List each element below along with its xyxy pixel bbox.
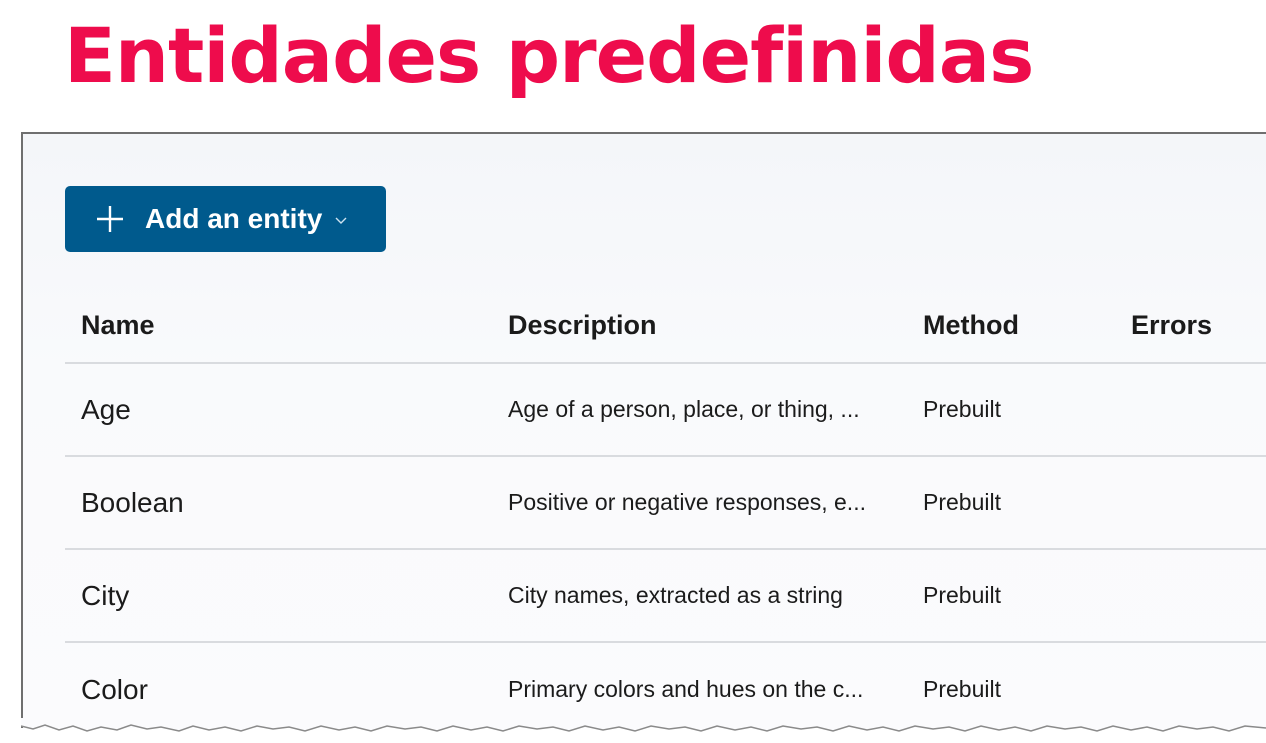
table-header-row: Name Description Method Errors	[65, 292, 1266, 364]
entity-name[interactable]: Age	[81, 364, 481, 455]
entity-method: Prebuilt	[923, 489, 1001, 515]
add-entity-button[interactable]: Add an entity	[65, 186, 386, 252]
entity-description: Age of a person, place, or thing, ...	[508, 396, 860, 422]
entities-panel: Add an entity Name Description Method Er…	[21, 132, 1266, 728]
add-entity-label: Add an entity	[145, 203, 323, 234]
column-header-description[interactable]: Description	[508, 292, 908, 362]
column-header-errors[interactable]: Errors	[1131, 292, 1266, 362]
entity-method: Prebuilt	[923, 582, 1001, 608]
entity-errors	[1131, 364, 1266, 455]
column-header-method[interactable]: Method	[923, 292, 1113, 362]
entity-errors	[1131, 457, 1266, 548]
table-row[interactable]: City City names, extracted as a string P…	[65, 550, 1266, 643]
table-row[interactable]: Age Age of a person, place, or thing, ..…	[65, 364, 1266, 457]
entity-description: City names, extracted as a string	[508, 582, 843, 608]
plus-icon	[97, 206, 123, 232]
entity-errors	[1131, 643, 1266, 728]
table-row[interactable]: Color Primary colors and hues on the c..…	[65, 643, 1266, 728]
table-row[interactable]: Boolean Positive or negative responses, …	[65, 457, 1266, 550]
entity-errors	[1131, 550, 1266, 641]
entity-name[interactable]: Color	[81, 643, 481, 728]
torn-edge-decoration	[21, 718, 1266, 732]
entity-description: Positive or negative responses, e...	[508, 489, 866, 515]
entity-name[interactable]: Boolean	[81, 457, 481, 548]
slide-title: Entidades predefinidas	[64, 11, 1034, 100]
entity-method: Prebuilt	[923, 396, 1001, 422]
entity-method: Prebuilt	[923, 676, 1001, 702]
entities-table: Name Description Method Errors Age Age o…	[65, 292, 1266, 728]
entity-description: Primary colors and hues on the c...	[508, 676, 864, 702]
column-header-name[interactable]: Name	[81, 292, 481, 362]
chevron-down-icon[interactable]	[334, 213, 348, 227]
entity-name[interactable]: City	[81, 550, 481, 641]
